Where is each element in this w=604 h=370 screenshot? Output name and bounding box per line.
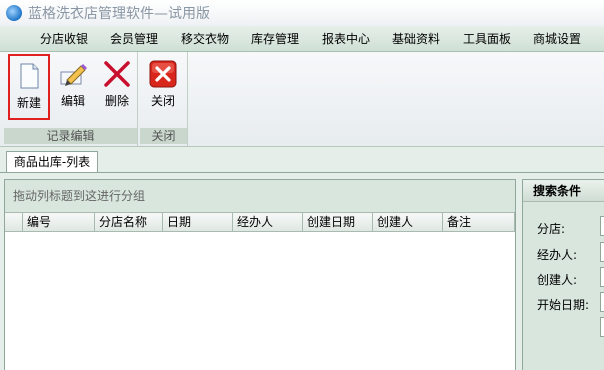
search-panel: 搜索条件 分店: 经办人: 创建人: 开始日期: (522, 179, 604, 370)
menu-mall-settings[interactable]: 商城设置 (529, 30, 585, 48)
column-header-remarks[interactable]: 备注 (443, 212, 515, 232)
new-button[interactable]: 新建 (8, 54, 50, 120)
delete-button-label: 删除 (104, 94, 129, 108)
ribbon-group-record-edit: 新建 编辑 删除 记录编辑 (4, 52, 138, 146)
menu-member-management[interactable]: 会员管理 (106, 30, 162, 48)
main-content: 拖动列标题到这进行分组 编号 分店名称 日期 经办人 创建日期 创建人 备注 搜… (0, 172, 604, 370)
edit-button-label: 编辑 (60, 94, 85, 108)
column-header-handler[interactable]: 经办人 (233, 212, 303, 232)
new-document-icon (15, 62, 43, 90)
ribbon-group-label-close: 关闭 (140, 128, 187, 144)
search-panel-title: 搜索条件 (523, 180, 604, 202)
column-header-number[interactable]: 编号 (23, 212, 95, 232)
search-input-creator[interactable] (600, 267, 604, 287)
column-header-creator[interactable]: 创建人 (373, 212, 443, 232)
search-input-end-date[interactable] (600, 317, 604, 337)
search-label-start-date: 开始日期: (537, 298, 590, 312)
edit-button[interactable]: 编辑 (54, 54, 92, 116)
new-button-label: 新建 (16, 96, 41, 110)
ribbon: 新建 编辑 删除 记录编辑 关闭 关闭 (0, 52, 604, 147)
delete-x-icon (103, 60, 131, 88)
column-header-created-date[interactable]: 创建日期 (303, 212, 373, 232)
group-by-drop-area[interactable]: 拖动列标题到这进行分组 (5, 180, 515, 212)
menu-inventory[interactable]: 库存管理 (247, 30, 303, 48)
menu-basic-data[interactable]: 基础资料 (388, 30, 444, 48)
menu-branch-cashier[interactable]: 分店收银 (36, 30, 92, 48)
column-header-date[interactable]: 日期 (163, 212, 233, 232)
delete-button[interactable]: 删除 (98, 54, 136, 116)
close-button-label: 关闭 (150, 94, 175, 108)
data-grid: 拖动列标题到这进行分组 编号 分店名称 日期 经办人 创建日期 创建人 备注 (4, 179, 516, 370)
ribbon-group-close: 关闭 关闭 (140, 52, 188, 146)
search-input-start-date[interactable] (600, 292, 604, 312)
search-label-creator: 创建人: (537, 273, 578, 287)
row-indicator-header (5, 212, 23, 232)
app-logo-icon (6, 5, 22, 21)
search-label-branch: 分店: (537, 222, 566, 236)
search-label-handler: 经办人: (537, 248, 578, 262)
edit-pencil-icon (59, 60, 87, 88)
close-icon (149, 60, 177, 88)
window-title: 蓝格洗衣店管理软件—试用版 (28, 6, 210, 22)
menu-transfer-clothes[interactable]: 移交衣物 (177, 30, 233, 48)
search-input-branch[interactable] (600, 216, 604, 236)
menu-reports[interactable]: 报表中心 (318, 30, 374, 48)
column-header-branch-name[interactable]: 分店名称 (95, 212, 163, 232)
tab-goods-outbound-list[interactable]: 商品出库-列表 (6, 151, 98, 173)
menu-bar: 分店收银 会员管理 移交衣物 库存管理 报表中心 基础资料 工具面板 商城设置 (0, 26, 604, 52)
document-tab-strip: 商品出库-列表 (0, 147, 604, 173)
search-input-handler[interactable] (600, 242, 604, 262)
title-bar: 蓝格洗衣店管理软件—试用版 (0, 0, 604, 26)
ribbon-group-label-record-edit: 记录编辑 (4, 128, 137, 144)
menu-tools[interactable]: 工具面板 (459, 30, 515, 48)
close-button[interactable]: 关闭 (144, 54, 182, 116)
